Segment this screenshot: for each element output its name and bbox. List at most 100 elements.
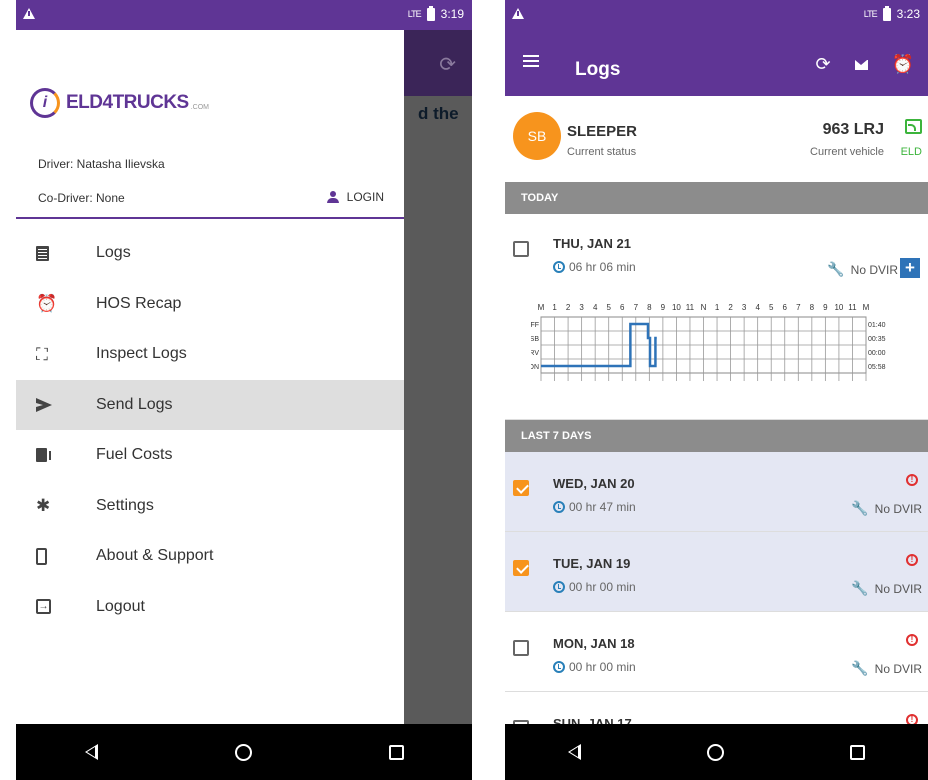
- fuel-icon: [36, 448, 51, 463]
- menu-item-label: About & Support: [96, 547, 214, 565]
- page-title: Logs: [575, 59, 621, 80]
- menu-item-settings[interactable]: ✱ Settings: [16, 481, 404, 532]
- log-date: WED, JAN 20: [553, 476, 635, 491]
- current-vehicle: 963 LRJ: [822, 121, 884, 138]
- log-date: MON, JAN 18: [553, 636, 635, 651]
- login-label: LOGIN: [346, 190, 384, 204]
- refresh-icon[interactable]: ⟳: [815, 54, 830, 75]
- hour-label: 6: [620, 303, 625, 312]
- log-duration: 00 hr 00 min: [553, 580, 636, 594]
- hour-label: 5: [606, 303, 611, 312]
- wrench-icon: 🔧: [851, 580, 869, 596]
- day-checkbox[interactable]: [513, 640, 529, 656]
- eld-connected-icon: [905, 119, 922, 134]
- hour-label: 7: [634, 303, 639, 312]
- app-bar: Logs ⟳ ⏰: [505, 30, 928, 96]
- status-panel[interactable]: SB SLEEPER Current status 963 LRJ Curren…: [505, 96, 928, 182]
- list-item[interactable]: TUE, JAN 19 00 hr 00 min ! 🔧 No DVIR: [505, 532, 928, 612]
- list-item[interactable]: MON, JAN 18 00 hr 00 min ! 🔧 No DVIR: [505, 612, 928, 692]
- recents-icon[interactable]: [850, 744, 865, 760]
- refresh-icon: ⟳: [439, 54, 456, 76]
- home-icon[interactable]: [234, 743, 252, 761]
- logs-icon: [36, 245, 49, 261]
- duration-text: 00 hr 47 min: [569, 500, 636, 514]
- log-date: THU, JAN 21: [553, 236, 632, 251]
- hour-label: M: [863, 303, 870, 312]
- driver-name: Driver: Natasha Ilievska: [38, 157, 165, 171]
- status-label: DRV: [531, 350, 539, 357]
- alert-icon: !: [906, 554, 918, 566]
- log-duration: 06 hr 06 min: [553, 260, 636, 274]
- menu-item-logout[interactable]: → Logout: [16, 582, 404, 633]
- hos-graph[interactable]: M1234567891011N1234567891011MOFF01:40SB0…: [531, 292, 906, 412]
- person-icon: [326, 191, 340, 203]
- warning-icon: [512, 8, 524, 19]
- clock-icon: [553, 261, 565, 273]
- wrench-icon: 🔧: [827, 261, 845, 277]
- menu-icon[interactable]: [523, 60, 539, 62]
- menu-item-about-support[interactable]: About & Support: [16, 531, 404, 582]
- status-time: 3:23: [896, 7, 920, 21]
- dvir-status[interactable]: 🔧 No DVIR: [851, 500, 922, 517]
- menu-item-logs[interactable]: Logs: [16, 228, 404, 279]
- hour-label: 3: [742, 303, 747, 312]
- gear-icon: ✱: [36, 496, 51, 516]
- background-text: d the: [418, 104, 459, 123]
- home-icon[interactable]: [707, 743, 724, 761]
- signal-icon: LTE: [863, 9, 878, 19]
- menu-item-send-logs[interactable]: Send Logs: [16, 379, 404, 430]
- send-icon: [36, 397, 52, 412]
- total-label: 00:35: [868, 336, 886, 343]
- wrench-icon: 🔧: [851, 660, 869, 676]
- menu-item-fuel-costs[interactable]: Fuel Costs: [16, 430, 404, 481]
- signal-icon: LTE: [407, 9, 422, 19]
- logo-text: ELD4TRUCKS: [66, 92, 189, 113]
- hour-label: 1: [715, 303, 720, 312]
- menu-item-inspect-logs[interactable]: ⛶ Inspect Logs: [16, 329, 404, 380]
- today-checkbox[interactable]: [513, 241, 529, 257]
- status-label: SB: [531, 336, 539, 343]
- total-label: 01:40: [868, 322, 886, 329]
- hour-label: 4: [593, 303, 598, 312]
- dvir-text: No DVIR: [874, 501, 922, 516]
- system-nav-bar: [505, 724, 928, 780]
- duration-text: 06 hr 06 min: [569, 260, 636, 274]
- battery-icon: [426, 5, 435, 21]
- hour-label: 9: [823, 303, 828, 312]
- alarm-clock-icon[interactable]: ⏰: [892, 54, 914, 75]
- total-label: 00:00: [868, 350, 886, 357]
- day-checkbox[interactable]: [513, 480, 529, 496]
- header-divider: [16, 217, 404, 219]
- alert-icon: !: [906, 634, 918, 646]
- list-item[interactable]: WED, JAN 20 00 hr 47 min ! 🔧 No DVIR: [505, 452, 928, 532]
- status-label: ON: [531, 364, 539, 371]
- alarm-clock-icon: ⏰: [36, 294, 58, 314]
- system-nav-bar: [16, 724, 472, 780]
- hour-label: 10: [834, 303, 843, 312]
- hour-label: 7: [796, 303, 801, 312]
- dvir-status[interactable]: 🔧 No DVIR: [851, 660, 922, 677]
- hour-label: 10: [672, 303, 681, 312]
- login-button[interactable]: LOGIN: [326, 190, 384, 204]
- today-log-card[interactable]: THU, JAN 21 06 hr 06 min 🔧 No DVIR + M 1 2…: [505, 214, 928, 420]
- section-header-last-7-days: LAST 7 DAYS: [505, 420, 928, 452]
- dvir-status[interactable]: 🔧 No DVIR: [851, 580, 922, 597]
- hour-label: 11: [848, 303, 857, 312]
- menu-item-label: HOS Recap: [96, 294, 182, 312]
- current-vehicle-label: Current vehicle: [810, 146, 884, 158]
- clock-icon: [553, 501, 565, 513]
- menu-item-hos-recap[interactable]: ⏰ HOS Recap: [16, 279, 404, 330]
- hour-label: 8: [810, 303, 815, 312]
- day-checkbox[interactable]: [513, 560, 529, 576]
- status-label: OFF: [531, 322, 539, 329]
- back-icon[interactable]: [568, 744, 581, 760]
- dvir-text: No DVIR: [850, 262, 898, 277]
- recents-icon[interactable]: [388, 744, 404, 760]
- dvir-status[interactable]: 🔧 No DVIR: [827, 261, 898, 278]
- mail-icon[interactable]: [854, 59, 868, 70]
- log-duration: 00 hr 47 min: [553, 500, 636, 514]
- add-dvir-button[interactable]: +: [900, 258, 920, 278]
- back-icon[interactable]: [84, 744, 98, 760]
- hour-label: 2: [566, 303, 571, 312]
- logout-icon: →: [36, 599, 51, 615]
